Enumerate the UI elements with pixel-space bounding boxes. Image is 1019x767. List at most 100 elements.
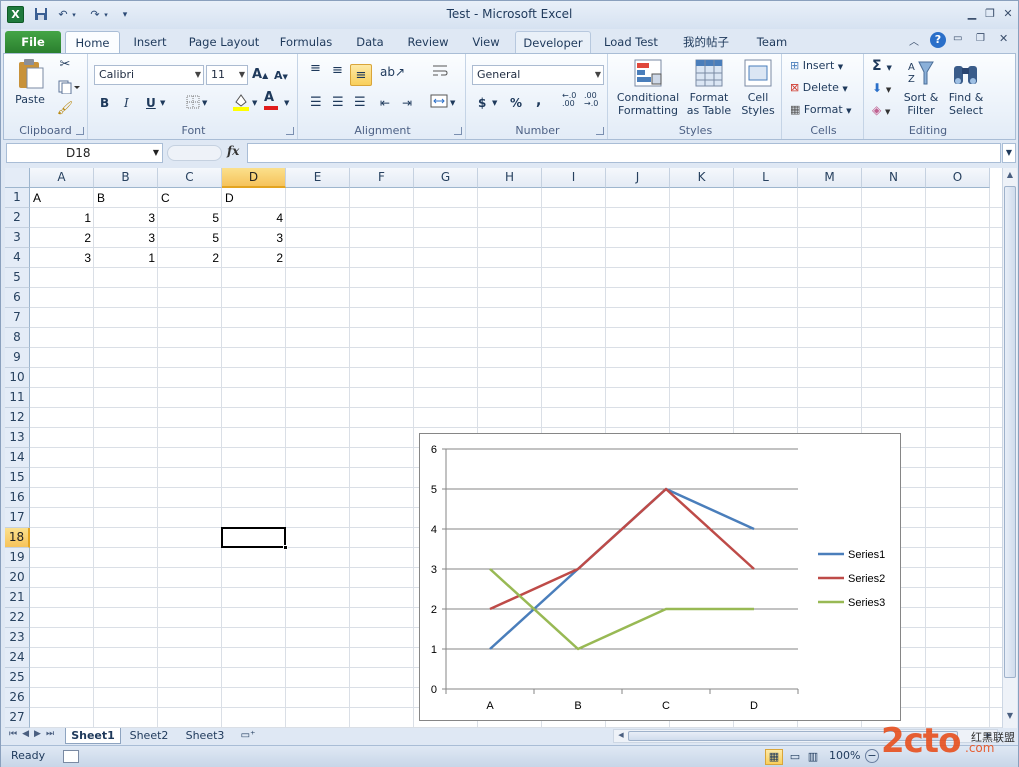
grow-font-icon[interactable]: A▲ (252, 66, 268, 84)
cell-D2[interactable]: 4 (222, 208, 286, 228)
underline-icon[interactable]: U (146, 94, 156, 112)
italic-icon[interactable]: I (124, 94, 129, 112)
comma-style-button[interactable]: , (536, 92, 541, 110)
tab-team[interactable]: Team (749, 31, 795, 53)
row-header-3[interactable]: 3 (5, 228, 30, 248)
row-header-11[interactable]: 11 (5, 388, 30, 408)
tab-home[interactable]: Home (65, 31, 120, 53)
column-header-M[interactable]: M (798, 168, 862, 188)
row-header-1[interactable]: 1 (5, 188, 30, 208)
increase-decimal-button[interactable]: ←.0 .00 (562, 92, 576, 110)
row-header-18[interactable]: 18 (5, 528, 30, 548)
column-header-K[interactable]: K (670, 168, 734, 188)
cell-A4[interactable]: 3 (30, 248, 94, 268)
cell-C4[interactable]: 2 (158, 248, 222, 268)
row-header-7[interactable]: 7 (5, 308, 30, 328)
line-chart[interactable]: 0 1 2 3 4 5 6 A B C D Series1 Series2 Series3 (419, 433, 901, 721)
find-select-button[interactable]: Find & Select (944, 58, 988, 122)
formula-input[interactable] (247, 143, 1001, 163)
column-header-C[interactable]: C (158, 168, 222, 188)
sort-filter-button[interactable]: AZ Sort & Filter (900, 58, 942, 122)
tab-data[interactable]: Data (347, 31, 393, 53)
cell-C3[interactable]: 5 (158, 228, 222, 248)
column-header-E[interactable]: E (286, 168, 350, 188)
insert-sheet-icon[interactable]: ▭⁺ (237, 728, 259, 744)
copy-icon[interactable] (56, 80, 82, 98)
vertical-scrollbar[interactable]: ▲ ▼ (1002, 168, 1017, 728)
column-header-I[interactable]: I (542, 168, 606, 188)
tab-developer[interactable]: Developer (515, 31, 591, 53)
cell-B3[interactable]: 3 (94, 228, 158, 248)
alignment-launcher-icon[interactable] (454, 127, 462, 135)
orientation-icon[interactable]: ab↗ (380, 63, 405, 81)
row-header-5[interactable]: 5 (5, 268, 30, 288)
decrease-decimal-button[interactable]: .00 →.0 (584, 92, 598, 110)
delete-cells-button[interactable]: ⊠ Delete ▼ (790, 79, 848, 97)
row-header-15[interactable]: 15 (5, 468, 30, 488)
row-header-19[interactable]: 19 (5, 548, 30, 568)
row-header-8[interactable]: 8 (5, 328, 30, 348)
font-launcher-icon[interactable] (286, 127, 294, 135)
scroll-left-icon[interactable]: ◀ (614, 731, 628, 739)
align-middle-icon[interactable]: ≡ (332, 64, 343, 83)
tab-review[interactable]: Review (401, 31, 455, 53)
cell-C1[interactable]: C (158, 188, 222, 208)
row-header-27[interactable]: 27 (5, 708, 30, 728)
help-icon[interactable]: ? (930, 32, 946, 48)
increase-indent-icon[interactable]: ⇥ (402, 94, 412, 112)
sheet-nav-icon[interactable]: ⏮◀▶⏭ (9, 729, 59, 739)
row-header-10[interactable]: 10 (5, 368, 30, 388)
workbook-close-icon[interactable]: ✕ (999, 32, 1008, 45)
format-cells-button[interactable]: ▦ Format ▼ (790, 101, 852, 119)
row-header-4[interactable]: 4 (5, 248, 30, 268)
tab-view[interactable]: View (463, 31, 509, 53)
column-header-D[interactable]: D (222, 168, 286, 188)
cell-A1[interactable]: A (30, 188, 94, 208)
insert-function-button[interactable]: fx (227, 144, 239, 158)
row-header-26[interactable]: 26 (5, 688, 30, 708)
zoom-level[interactable]: 100% (829, 749, 860, 762)
row-header-14[interactable]: 14 (5, 448, 30, 468)
column-header-O[interactable]: O (926, 168, 990, 188)
cut-icon[interactable]: ✂ (56, 58, 74, 76)
autosum-icon[interactable]: Σ ▼ (872, 57, 892, 75)
shrink-font-icon[interactable]: A▼ (274, 67, 288, 85)
align-left-icon[interactable]: ☰ (310, 94, 322, 112)
paste-button[interactable]: Paste (10, 58, 50, 114)
cell-A3[interactable]: 2 (30, 228, 94, 248)
column-header-F[interactable]: F (350, 168, 414, 188)
tab-load-test[interactable]: Load Test (599, 31, 663, 53)
column-header-L[interactable]: L (734, 168, 798, 188)
tab-page-layout[interactable]: Page Layout (185, 31, 263, 53)
fill-color-dropdown-icon[interactable]: ▼ (252, 94, 257, 112)
row-header-22[interactable]: 22 (5, 608, 30, 628)
underline-dropdown-icon[interactable]: ▼ (160, 94, 165, 112)
borders-dropdown-icon[interactable]: ▼ (202, 94, 207, 112)
align-top-icon[interactable]: ≡ (310, 62, 321, 81)
cell-C2[interactable]: 5 (158, 208, 222, 228)
name-box[interactable]: D18 ▼ (6, 143, 163, 163)
page-break-view-icon[interactable]: ▥ (805, 749, 821, 765)
cell-D1[interactable]: D (222, 188, 286, 208)
conditional-formatting-button[interactable]: Conditional Formatting (612, 58, 684, 122)
fill-icon[interactable]: ⬇ ▼ (872, 79, 891, 97)
fill-color-icon[interactable] (232, 92, 250, 111)
cell-A2[interactable]: 1 (30, 208, 94, 228)
normal-view-icon[interactable]: ▦ (765, 749, 783, 765)
expand-formula-bar-icon[interactable]: ▼ (1002, 143, 1016, 163)
row-header-16[interactable]: 16 (5, 488, 30, 508)
row-header-17[interactable]: 17 (5, 508, 30, 528)
cell-styles-button[interactable]: Cell Styles (736, 58, 780, 122)
clipboard-launcher-icon[interactable] (76, 127, 84, 135)
row-header-23[interactable]: 23 (5, 628, 30, 648)
tab-my-posts[interactable]: 我的帖子 (673, 31, 739, 53)
vertical-scroll-thumb[interactable] (1004, 186, 1016, 678)
workbook-minimize-icon[interactable]: ▭ (953, 33, 962, 44)
merge-dropdown-icon[interactable]: ▼ (450, 94, 455, 112)
page-layout-view-icon[interactable]: ▭ (787, 749, 803, 765)
scroll-up-icon[interactable]: ▲ (1003, 170, 1017, 179)
wrap-text-icon[interactable] (432, 64, 448, 82)
column-header-N[interactable]: N (862, 168, 926, 188)
cell-B4[interactable]: 1 (94, 248, 158, 268)
row-header-13[interactable]: 13 (5, 428, 30, 448)
